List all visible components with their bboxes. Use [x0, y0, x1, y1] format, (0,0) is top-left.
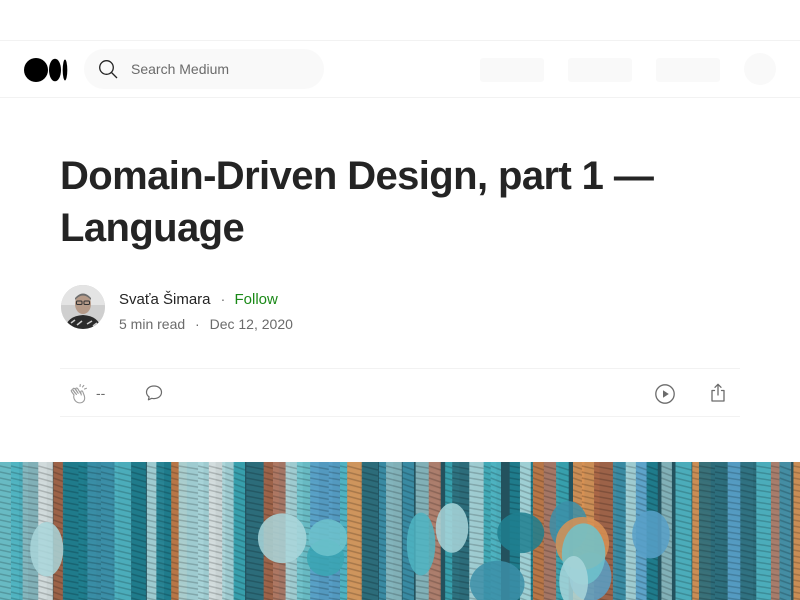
clap-icon[interactable] — [68, 383, 90, 405]
nav-placeholder-2 — [568, 58, 632, 82]
author-line: Svaťa Šimara · Follow — [119, 291, 278, 308]
author-separator: · — [220, 291, 226, 307]
top-navbar — [0, 41, 800, 98]
top-strip — [0, 0, 800, 41]
read-time: 5 min read — [119, 316, 186, 332]
hero-image — [0, 462, 800, 600]
clap-count: -- — [96, 385, 106, 401]
author-name[interactable]: Svaťa Šimara — [119, 291, 211, 308]
search-box[interactable] — [84, 49, 324, 89]
nav-placeholder-3 — [656, 58, 720, 82]
avatar-placeholder[interactable] — [744, 53, 776, 85]
follow-button[interactable]: Follow — [235, 291, 278, 308]
search-input[interactable] — [131, 49, 311, 89]
author-info: Svaťa Šimara · Follow 5 min read · Dec 1… — [61, 285, 461, 332]
author-avatar[interactable] — [61, 285, 105, 329]
search-icon[interactable] — [98, 59, 118, 79]
article-title: Domain-Driven Design, part 1 — Language — [60, 154, 654, 250]
hero-rope-illustration — [0, 462, 800, 600]
play-icon[interactable] — [654, 383, 676, 405]
share-icon[interactable] — [707, 382, 729, 404]
meta-separator: · — [195, 316, 200, 332]
article-action-bar: -- — [60, 368, 740, 417]
article-meta: 5 min read · Dec 12, 2020 — [119, 316, 293, 332]
nav-placeholder-1 — [480, 58, 544, 82]
publish-date: Dec 12, 2020 — [209, 316, 293, 332]
comment-icon[interactable] — [144, 383, 164, 403]
medium-logo-icon[interactable] — [24, 58, 68, 82]
